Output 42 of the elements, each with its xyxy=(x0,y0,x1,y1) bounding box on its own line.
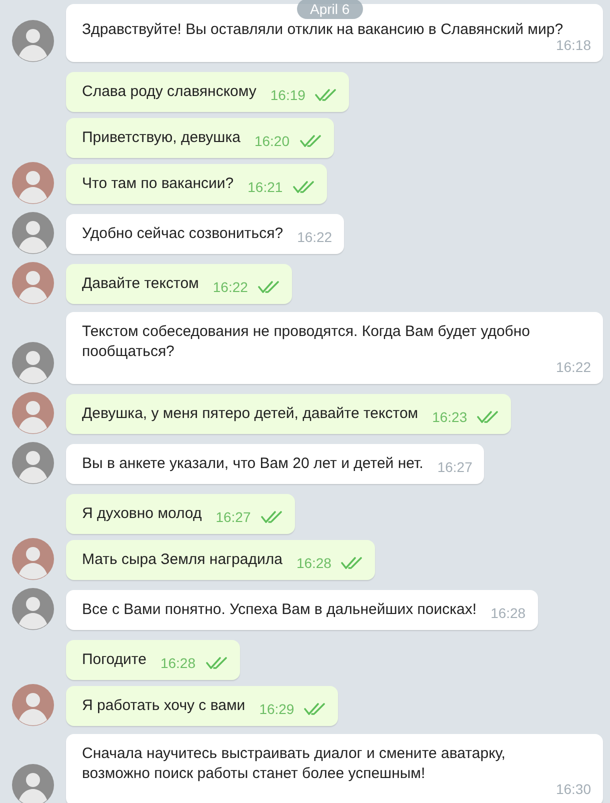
message-text: Погодите xyxy=(82,650,148,670)
message-text: Слава роду славянскому xyxy=(82,82,258,102)
avatar[interactable] xyxy=(12,684,54,726)
message-text: Вы в анкете указали, что Вам 20 лет и детей нет. xyxy=(82,454,424,474)
message-time: 16:27 xyxy=(216,508,251,527)
message-time: 16:19 xyxy=(270,86,306,105)
avatar[interactable] xyxy=(12,538,54,580)
date-badge: April 6 xyxy=(297,0,363,19)
message-text: Здравствуйте! Вы оставляли отклик на вакансию в Славянский мир? xyxy=(82,20,564,40)
message-time: 16:28 xyxy=(160,654,196,673)
message-time: 16:28 xyxy=(296,554,332,573)
message-text: Удобно сейчас созвониться? xyxy=(82,224,284,244)
message-time: 16:22 xyxy=(556,358,591,377)
message-time: 16:29 xyxy=(259,700,294,719)
message-time: 16:22 xyxy=(212,278,248,297)
avatar[interactable] xyxy=(12,262,54,304)
avatar[interactable] xyxy=(12,162,54,204)
message-text: Все с Вами понятно. Успеха Вам в дальнейших поисках! xyxy=(82,600,478,620)
message-text: Я работать хочу с вами xyxy=(82,696,246,716)
message-time: 16:28 xyxy=(490,604,526,623)
message-text: Сначала научитесь выстраивать диалог и смените аватарку, возможно поиск работы станет более успешным! xyxy=(82,744,506,784)
avatar[interactable] xyxy=(12,342,54,384)
message-time: 16:21 xyxy=(248,178,283,197)
message-time: 16:23 xyxy=(432,408,468,427)
avatar[interactable] xyxy=(12,764,54,803)
avatar[interactable] xyxy=(12,20,54,62)
message-text: Текстом собеседования не проводятся. Когда Вам будет удобно пообщаться? xyxy=(82,322,532,362)
message-time: 16:27 xyxy=(437,458,472,477)
message-text: Девушка, у меня пятеро детей, давайте текстом xyxy=(82,404,420,424)
message-time: 16:22 xyxy=(297,228,332,247)
message-time: 16:20 xyxy=(254,132,290,151)
message-text: Давайте текстом xyxy=(82,274,200,294)
avatar[interactable] xyxy=(12,588,54,630)
avatar[interactable] xyxy=(12,392,54,434)
message-text: Мать сыра Земля наградила xyxy=(82,550,284,570)
avatar[interactable] xyxy=(12,212,54,254)
message-text: Я духовно молод xyxy=(82,504,203,524)
avatar[interactable] xyxy=(12,442,54,484)
message-text: Приветствую, девушка xyxy=(82,128,242,148)
message-text: Что там по вакансии? xyxy=(82,174,235,194)
message-time: 16:30 xyxy=(556,780,591,799)
message-time: 16:18 xyxy=(556,37,591,55)
